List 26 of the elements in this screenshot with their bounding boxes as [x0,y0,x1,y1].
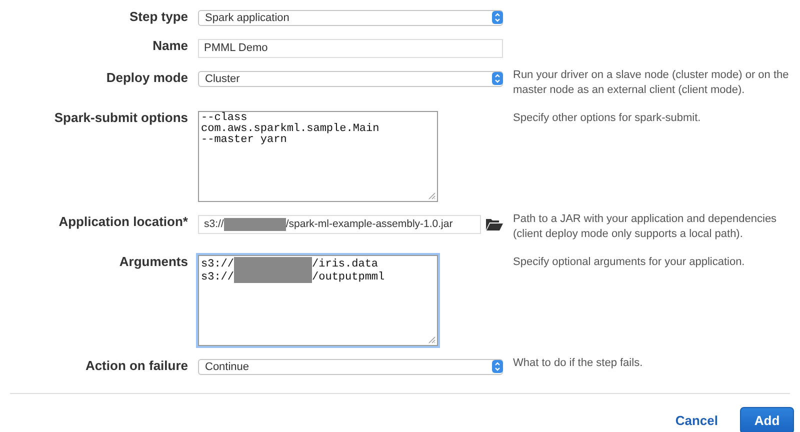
cancel-button[interactable]: Cancel [675,413,718,428]
dropdown[interactable]: Continue [198,359,503,375]
code-line: --class [201,113,248,124]
field-label: Name [152,37,188,55]
field-label: Spark-submit options [53,109,188,127]
field-label: Deploy mode [105,69,188,87]
help-text: Path to a JAR with your application and dependencies (client deploy mode only supports a local path). [513,212,778,242]
dropdown[interactable]: Spark application [198,10,503,26]
field-label: Step type [128,8,188,26]
text-area[interactable]: --class com.aws.sparkml.sample.Main --master yarn [198,111,438,202]
text-input[interactable]: s3:// /spark-ml-example-assembly-1.0.jar [198,215,481,234]
text-area[interactable]: s3:// /iris.data s3:// /outputpmml [198,255,438,346]
code-line: --master yarn [201,135,288,146]
code-line: s3:// /outputpmml [201,270,386,284]
help-text: Run your driver on a slave node (cluster mode) or on the master node as an external client (client mode). [513,68,790,98]
help-text: Specify other options for spark-submit. [513,111,702,126]
code-line: s3:// /iris.data [201,257,380,270]
field-label: Action on failure [84,357,188,375]
help-text: What to do if the step fails. [513,356,644,371]
field-label: Application location* [58,213,188,231]
text-input[interactable]: PMML Demo [198,39,503,58]
dropdown[interactable]: Cluster [198,71,503,87]
field-label: Arguments [118,253,188,271]
help-text: Specify optional arguments for your application. [513,255,746,270]
add-button[interactable]: Add [740,407,794,432]
code-line: com.aws.sparkml.sample.Main [201,124,380,135]
